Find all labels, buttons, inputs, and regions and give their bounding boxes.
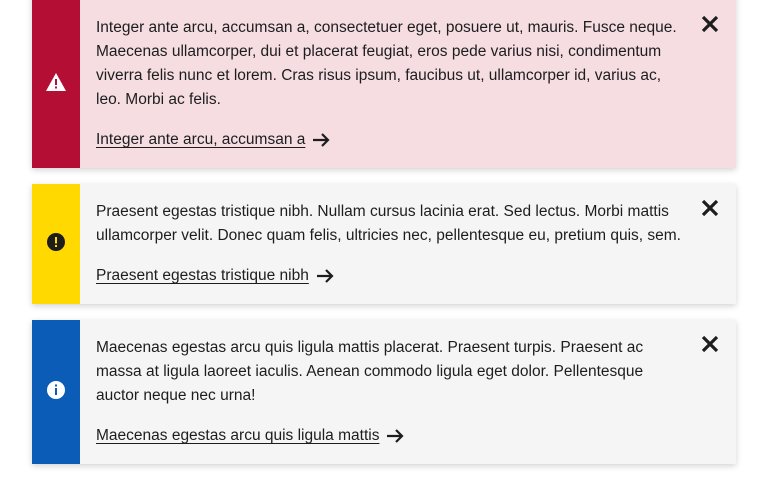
- notice-warning-bar: [32, 0, 80, 168]
- notice-warning-text: Integer ante arcu, accumsan a, consectet…: [96, 19, 677, 108]
- warning-triangle-icon: [46, 72, 66, 96]
- notice-warning: Integer ante arcu, accumsan a, consectet…: [32, 0, 736, 168]
- arrow-right-icon: [316, 268, 334, 284]
- notice-info-link[interactable]: Maecenas egestas arcu quis ligula mattis: [96, 424, 405, 448]
- arrow-right-icon: [312, 132, 330, 148]
- close-icon: [698, 15, 722, 39]
- close-icon: [698, 335, 722, 359]
- notice-caution: Praesent egestas tristique nibh. Nullam …: [32, 184, 736, 304]
- notice-info-text: Maecenas egestas arcu quis ligula mattis…: [96, 339, 644, 404]
- notice-warning-link-text: Integer ante arcu, accumsan a: [96, 131, 306, 148]
- close-button[interactable]: [698, 196, 722, 220]
- notice-info-body: Maecenas egestas arcu quis ligula mattis…: [80, 320, 736, 464]
- close-icon: [698, 199, 722, 223]
- exclamation-circle-icon: [47, 232, 65, 256]
- notice-warning-link[interactable]: Integer ante arcu, accumsan a: [96, 128, 330, 152]
- close-button[interactable]: [698, 332, 722, 356]
- arrow-right-icon: [386, 428, 405, 444]
- notice-warning-body: Integer ante arcu, accumsan a, consectet…: [80, 0, 736, 168]
- notice-info-link-text: Maecenas egestas arcu quis ligula mattis: [96, 427, 380, 444]
- notice-list: Integer ante arcu, accumsan a, consectet…: [32, 0, 736, 480]
- notice-info: Maecenas egestas arcu quis ligula mattis…: [32, 320, 736, 464]
- notice-caution-link-text: Praesent egestas tristique nibh: [96, 267, 309, 284]
- notice-info-bar: [32, 320, 80, 464]
- notice-caution-link[interactable]: Praesent egestas tristique nibh: [96, 264, 334, 288]
- close-button[interactable]: [698, 12, 722, 36]
- notice-caution-text: Praesent egestas tristique nibh. Nullam …: [96, 203, 681, 244]
- notice-caution-body: Praesent egestas tristique nibh. Nullam …: [80, 184, 736, 304]
- notice-caution-bar: [32, 184, 80, 304]
- info-circle-icon: [47, 380, 65, 404]
